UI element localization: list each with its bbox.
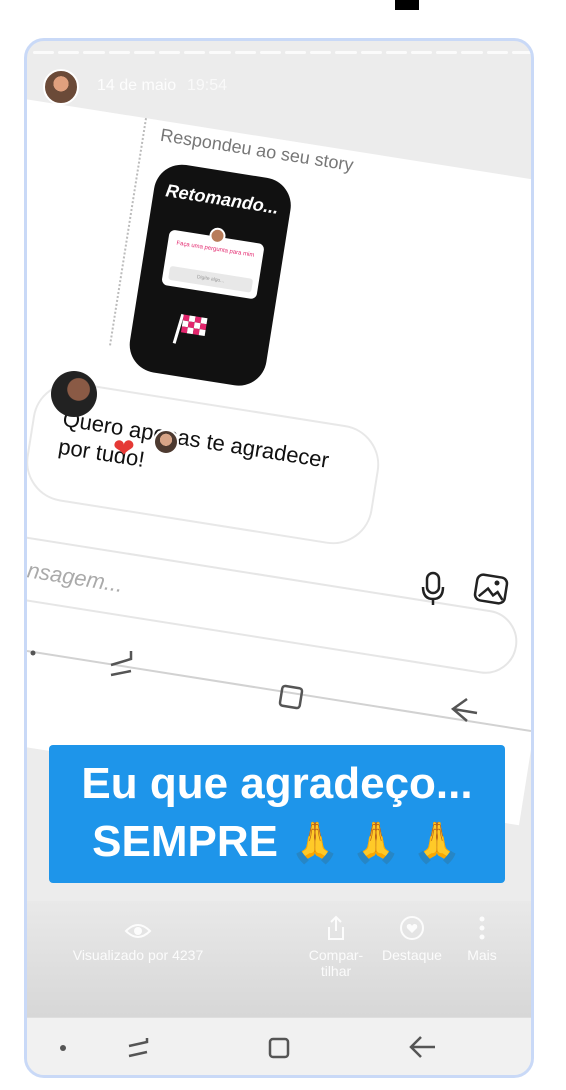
share-label: Compar-tilhar	[308, 947, 364, 979]
share-button[interactable]: Compar-tilhar	[303, 915, 369, 979]
dot-icon	[60, 1045, 66, 1051]
viewed-by-label: Visualizado por 4237	[72, 947, 204, 963]
avatar	[208, 226, 227, 245]
story-date: 14 de maio	[97, 77, 177, 94]
heart-icon: ❤	[113, 433, 135, 463]
heart-circle-icon	[400, 916, 424, 940]
story-thumbnail[interactable]: Retomando... Faça uma pergunta para mim …	[125, 160, 295, 390]
android-nav-bar	[27, 1017, 531, 1075]
highlight-button[interactable]: Destaque	[375, 915, 449, 963]
phone-frame: Respondeu ao seu story Retomando... Faça…	[24, 38, 534, 1078]
top-edge-bar	[395, 0, 419, 10]
sender-avatar	[51, 371, 97, 417]
home-icon[interactable]	[267, 1036, 291, 1060]
share-icon	[328, 915, 344, 940]
reactor-avatar	[153, 429, 179, 455]
banner-line2-text: SEMPRE	[92, 817, 278, 866]
message-input[interactable]: Mensagem...	[27, 553, 125, 599]
banner-line1: Eu que agradeço...	[81, 759, 473, 808]
reply-banner: Eu que agradeço... SEMPRE 🙏 🙏 🙏	[49, 745, 505, 883]
more-label: Mais	[467, 947, 497, 963]
avatar[interactable]	[43, 69, 79, 105]
thumb-title: Retomando...	[164, 180, 281, 218]
more-button[interactable]: Mais	[457, 915, 507, 963]
more-icon	[479, 916, 485, 940]
question-input: Digite algo...	[168, 265, 254, 293]
highlight-label: Destaque	[382, 947, 442, 963]
question-sticker: Faça uma pergunta para mim Digite algo..…	[161, 226, 265, 300]
story-time: 19:54	[187, 77, 228, 94]
eye-icon	[124, 924, 152, 938]
viewed-by[interactable]: Visualizado por 4237	[63, 921, 213, 963]
back-icon[interactable]	[407, 1034, 437, 1060]
pray-emoji: 🙏 🙏 🙏	[290, 821, 462, 865]
banner-line2: SEMPRE 🙏 🙏 🙏	[49, 817, 505, 867]
checkered-flag-icon	[172, 313, 208, 344]
story-progress-bars	[33, 51, 531, 54]
recent-apps-icon[interactable]	[125, 1034, 153, 1060]
